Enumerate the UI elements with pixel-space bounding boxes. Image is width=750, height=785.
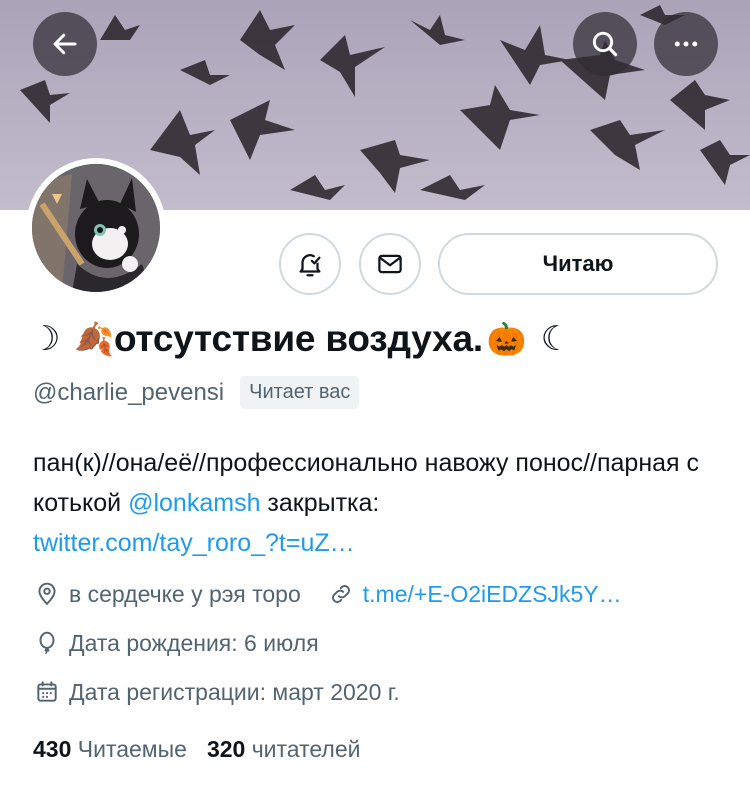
followers-stat[interactable]: 320 читателей bbox=[207, 736, 361, 763]
location-website-row: в сердечке у рэя торо t.me/+E-O2iEDZSJk5… bbox=[33, 580, 622, 608]
user-handle: @charlie_pevensi bbox=[33, 378, 225, 406]
location-pin-icon bbox=[33, 580, 61, 608]
more-horizontal-icon bbox=[674, 41, 698, 47]
bio: пан(к)//она/её//профессионально навожу п… bbox=[33, 443, 723, 563]
avatar[interactable] bbox=[26, 158, 166, 298]
calendar-icon bbox=[33, 678, 61, 706]
message-button[interactable] bbox=[359, 233, 421, 295]
pumpkin-emoji: 🎃 bbox=[486, 321, 527, 357]
link-icon bbox=[327, 580, 355, 608]
joined-text: Дата регистрации: март 2020 г. bbox=[69, 678, 400, 705]
bio-text-2: закрытка: bbox=[260, 489, 380, 517]
handle-row: @charlie_pevensi Читает вас bbox=[33, 376, 360, 409]
display-name-text: отсутствие воздуха. bbox=[113, 318, 483, 359]
birthday-text: Дата рождения: 6 июля bbox=[69, 629, 319, 656]
arrow-left-icon bbox=[53, 33, 77, 55]
bio-mention-link[interactable]: @lonkamsh bbox=[128, 489, 260, 517]
search-icon bbox=[592, 31, 618, 57]
birthday-row: Дата рождения: 6 июля bbox=[33, 629, 319, 657]
follow-stats: 430 Читаемые 320 читателей bbox=[33, 736, 360, 763]
search-button[interactable] bbox=[573, 12, 637, 76]
bio-url-link[interactable]: twitter.com/tay_roro_?t=uZ… bbox=[33, 529, 355, 557]
follows-you-badge: Читает вас bbox=[240, 376, 360, 409]
bell-check-icon bbox=[299, 254, 321, 277]
following-button[interactable]: Читаю bbox=[438, 233, 718, 295]
following-label: Читаемые bbox=[77, 736, 187, 762]
more-options-button[interactable] bbox=[654, 12, 718, 76]
avatar-image bbox=[32, 164, 160, 292]
website-link[interactable]: t.me/+E-O2iEDZSJk5Y… bbox=[363, 581, 622, 608]
balloon-icon bbox=[33, 629, 61, 657]
followers-label: читателей bbox=[251, 736, 361, 762]
leaf-emoji: 🍂 bbox=[74, 321, 114, 357]
joined-row: Дата регистрации: март 2020 г. bbox=[33, 678, 400, 706]
envelope-icon bbox=[378, 254, 402, 274]
moon-glyph-right: ☾ bbox=[540, 320, 571, 358]
following-stat[interactable]: 430 Читаемые bbox=[33, 736, 187, 763]
moon-glyph-left: ☽ bbox=[30, 320, 61, 358]
following-count: 430 bbox=[33, 736, 72, 762]
notifications-button[interactable] bbox=[279, 233, 341, 295]
display-name: ☽ 🍂 отсутствие воздуха. 🎃 ☾ bbox=[30, 318, 571, 360]
back-button[interactable] bbox=[33, 12, 97, 76]
followers-count: 320 bbox=[206, 736, 246, 762]
location-text: в сердечке у рэя торо bbox=[69, 580, 301, 607]
